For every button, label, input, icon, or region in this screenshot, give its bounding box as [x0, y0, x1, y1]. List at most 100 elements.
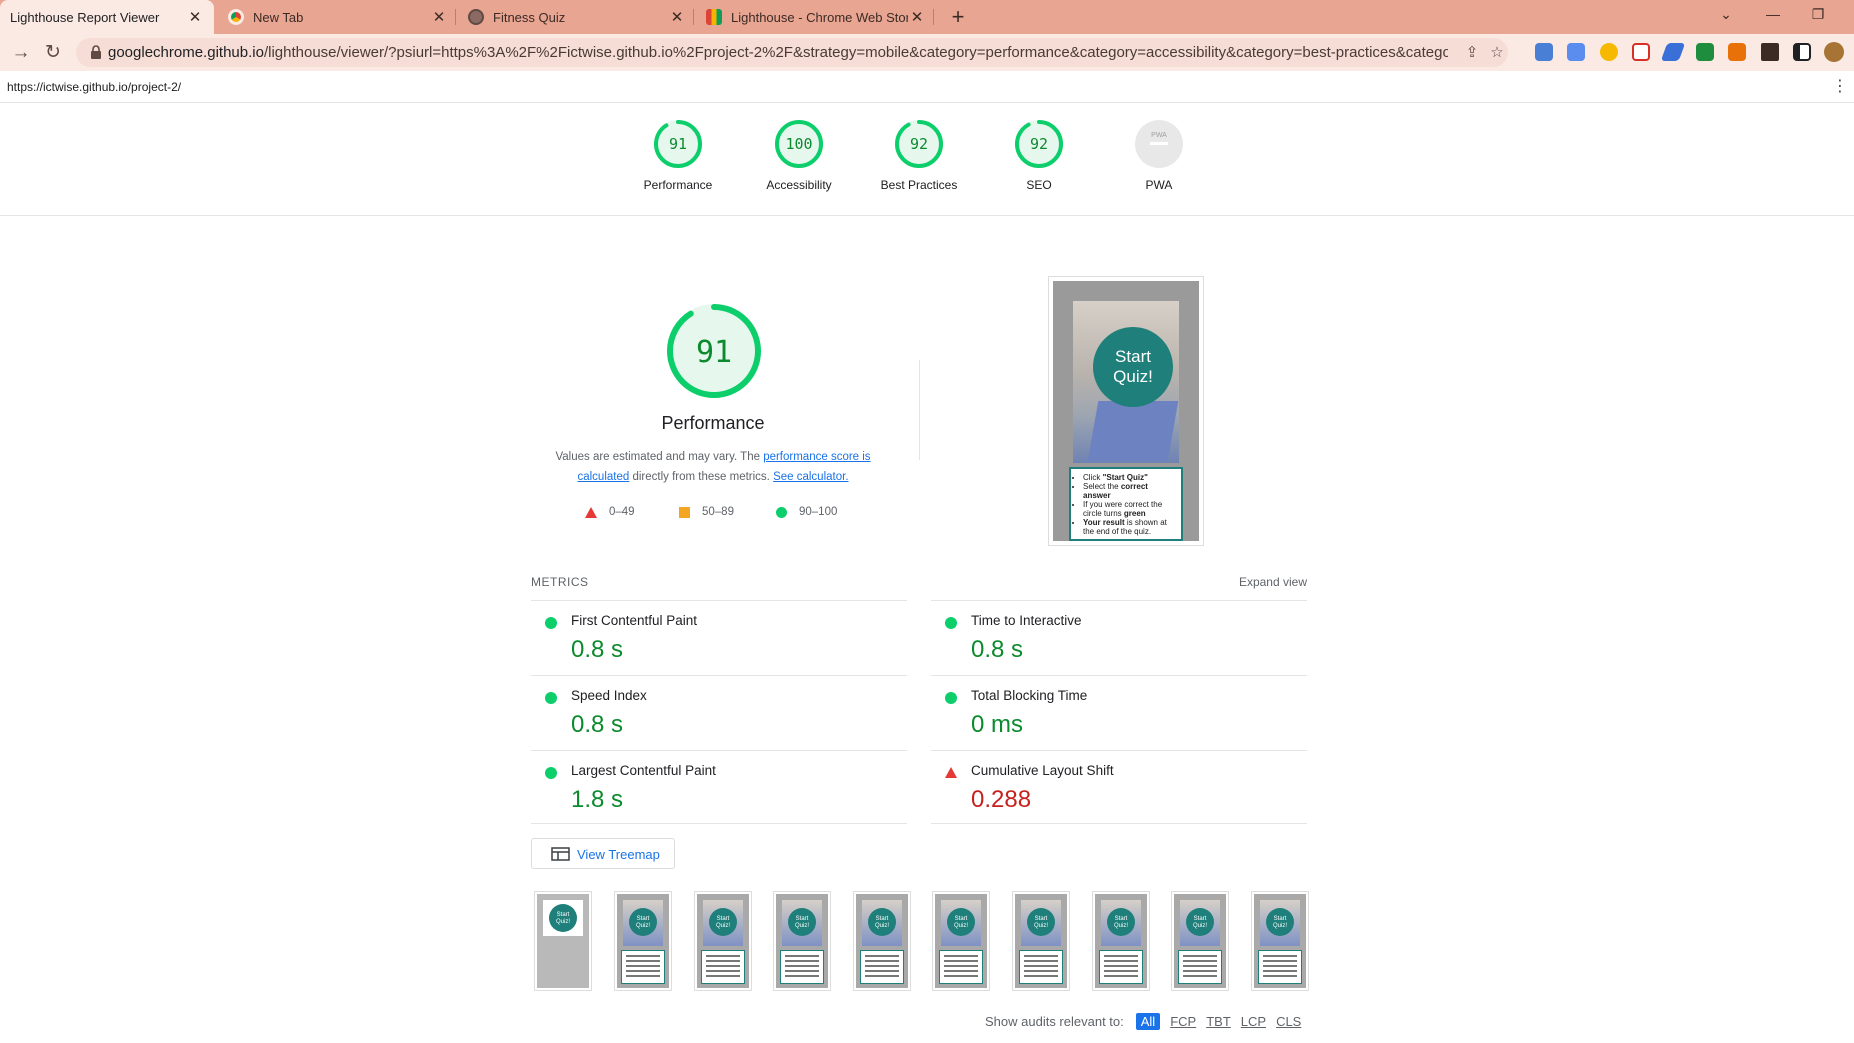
gauge-ring: 100 — [775, 120, 823, 168]
restore-icon[interactable]: ❐ — [1801, 0, 1835, 30]
circle-icon — [776, 506, 787, 518]
web-store-icon — [706, 9, 722, 25]
translate-icon[interactable] — [1567, 43, 1585, 61]
metric-name: First Contentful Paint — [571, 613, 698, 628]
frame-button-text: Start Quiz! — [709, 908, 737, 936]
side-panel-icon[interactable] — [1793, 43, 1811, 61]
legend-fail: 0–49 — [585, 506, 635, 518]
instruction-item: Your result is shown at the end of the q… — [1083, 518, 1177, 536]
more-options-icon[interactable]: ⋮ — [1832, 76, 1848, 96]
see-calculator-link[interactable]: See calculator. — [773, 471, 848, 483]
frame-button-text: Start Quiz! — [1107, 908, 1135, 936]
forward-icon[interactable]: → — [8, 40, 34, 66]
close-icon[interactable]: ✕ — [186, 8, 204, 26]
tab-strip: Lighthouse Report Viewer ✕ New Tab ✕ Fit… — [0, 0, 1854, 34]
legend-range: 90–100 — [799, 506, 838, 518]
pen-icon[interactable] — [1660, 43, 1686, 61]
tab-separator — [455, 9, 456, 25]
gauge-ring: 92 — [1015, 120, 1063, 168]
tab-new-tab[interactable]: New Tab ✕ — [222, 0, 454, 34]
metrics-title: METRICS — [531, 575, 589, 589]
fail-triangle-icon — [945, 767, 957, 778]
filter-lcp[interactable]: LCP — [1241, 1014, 1266, 1029]
frame-button-text: Start Quiz! — [947, 908, 975, 936]
pass-circle-icon — [545, 617, 557, 629]
filter-cls[interactable]: CLS — [1276, 1014, 1301, 1029]
treemap-label: View Treemap — [577, 847, 660, 862]
divider — [931, 823, 1307, 824]
filter-tbt[interactable]: TBT — [1206, 1014, 1231, 1029]
close-icon[interactable]: ✕ — [908, 8, 926, 26]
metric-name: Speed Index — [571, 688, 647, 703]
legend-range: 0–49 — [609, 506, 635, 518]
desc-text: directly from these metrics. — [629, 471, 774, 483]
instruction-item: If you were correct the circle turns gre… — [1083, 500, 1177, 518]
tab-separator — [693, 9, 694, 25]
gauge-score: 100 — [785, 135, 812, 153]
divider — [531, 823, 907, 824]
filmstrip-frame: Start Quiz! — [1012, 891, 1070, 991]
metrics-header: METRICS Expand view — [531, 575, 1307, 591]
media-icon[interactable] — [1600, 43, 1618, 61]
instruction-item: Click "Start Quiz" — [1083, 473, 1177, 482]
frame-button-text: Start Quiz! — [868, 908, 896, 936]
category-gauge-performance[interactable]: 91 Performance — [618, 118, 738, 192]
tab-separator — [933, 9, 934, 25]
filter-fcp[interactable]: FCP — [1170, 1014, 1196, 1029]
share-icon[interactable]: ⇪ — [1462, 43, 1482, 63]
star-icon[interactable]: ☆ — [1487, 43, 1507, 63]
expand-view-toggle[interactable]: Expand view — [1239, 575, 1307, 589]
new-tab-button[interactable]: + — [944, 3, 972, 31]
legend-pass: 90–100 — [776, 506, 837, 518]
performance-score: 91 — [696, 335, 732, 370]
close-icon[interactable]: ✕ — [430, 8, 448, 26]
avatar[interactable] — [1824, 42, 1844, 62]
legend-average: 50–89 — [679, 506, 734, 518]
address-text: googlechrome.github.io/lighthouse/viewer… — [108, 44, 1448, 61]
filmstrip-frame: Start Quiz! — [534, 891, 592, 991]
metric-tbt: Total Blocking Time 0 ms — [931, 675, 1307, 750]
report-url-bar: https://ictwise.github.io/project-2/ ⋮ — [0, 71, 1854, 103]
pwa-badge-text: PWA — [1151, 132, 1167, 139]
category-gauge-best-practices[interactable]: 92 Best Practices — [859, 118, 979, 192]
frame-button-text: Start Quiz! — [549, 904, 577, 932]
extension-icon[interactable] — [1535, 43, 1553, 61]
category-gauge-pwa[interactable]: PWA PWA — [1099, 118, 1219, 192]
category-gauge-seo[interactable]: 92 SEO — [979, 118, 1099, 192]
triangle-icon — [585, 506, 597, 518]
filter-all[interactable]: All — [1135, 1012, 1161, 1030]
extension-icon[interactable] — [1632, 43, 1650, 61]
globe-icon — [468, 9, 484, 25]
address-bar[interactable]: googlechrome.github.io/lighthouse/viewer… — [76, 38, 1508, 67]
pwa-badge-icon: PWA — [1135, 120, 1183, 168]
metric-value: 0 ms — [971, 711, 1024, 738]
performance-gauge: 91 — [667, 304, 761, 398]
metric-value: 0.8 s — [571, 636, 624, 663]
tab-lighthouse-report-viewer[interactable]: Lighthouse Report Viewer ✕ — [0, 0, 214, 34]
tab-title: New Tab — [253, 9, 304, 25]
filmstrip-frame: Start Quiz! — [1171, 891, 1229, 991]
tab-title: Fitness Quiz — [493, 9, 566, 25]
chrome-icon — [228, 9, 244, 25]
extension-icon[interactable] — [1728, 43, 1746, 61]
gauge-score: 92 — [910, 135, 928, 153]
tab-fitness-quiz[interactable]: Fitness Quiz ✕ — [462, 0, 692, 34]
tab-lighthouse-chrome-web-store[interactable]: Lighthouse - Chrome Web Store ✕ — [700, 0, 932, 34]
gauge-label: Best Practices — [880, 178, 958, 192]
filmstrip-frame: Start Quiz! — [853, 891, 911, 991]
close-icon[interactable]: ✕ — [668, 8, 686, 26]
reload-icon[interactable]: ↻ — [40, 40, 66, 66]
address-host: googlechrome.github.io — [108, 44, 264, 61]
report-url[interactable]: https://ictwise.github.io/project-2/ — [7, 80, 181, 94]
shield-icon[interactable] — [1696, 43, 1714, 61]
desc-text: Values are estimated and may vary. The — [555, 451, 764, 463]
gauge-label: PWA — [1145, 178, 1173, 192]
category-gauge-accessibility[interactable]: 100 Accessibility — [739, 118, 859, 192]
view-treemap-button[interactable]: View Treemap — [531, 838, 675, 869]
tab-search-icon[interactable]: ⌄ — [1709, 0, 1743, 30]
performance-title: Performance — [661, 413, 765, 433]
legend-range: 50–89 — [702, 506, 734, 518]
minimize-icon[interactable]: — — [1756, 0, 1790, 30]
pass-circle-icon — [945, 617, 957, 629]
puzzle-icon[interactable] — [1761, 43, 1779, 61]
